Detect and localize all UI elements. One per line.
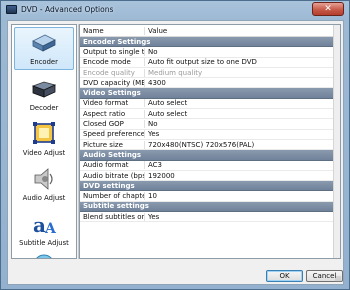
property-value[interactable]: 720x480(NTSC) 720x576(PAL) [144, 140, 340, 149]
section-title: DVD settings [83, 181, 135, 190]
close-button[interactable]: ✕ [312, 2, 344, 16]
category-label: Encoder [30, 58, 58, 66]
property-row[interactable]: Audio bitrate (bps) 192000 [80, 171, 340, 182]
subtitle-adjust-icon: a A [31, 212, 57, 237]
property-name: Closed GOP [83, 120, 124, 129]
property-name: Speed preference mo... [83, 130, 144, 139]
property-row[interactable]: Audio format AC3 [80, 161, 340, 171]
property-row[interactable]: Picture size 720x480(NTSC) 720x576(PAL) [80, 140, 340, 151]
property-name: Encode quality [83, 68, 135, 77]
section-header[interactable]: Encoder Settings [80, 37, 340, 48]
property-name: Audio format [83, 161, 129, 170]
decoder-icon [31, 77, 57, 101]
section-title: Video Settings [83, 89, 141, 98]
property-name: Output to single title [83, 47, 144, 56]
category-list: Encoder Decoder Video Adjust Audio Adjus… [11, 24, 77, 259]
section-header[interactable]: Subtitle settings [80, 201, 340, 213]
section-title: Subtitle settings [83, 202, 149, 211]
section-header[interactable]: DVD settings [80, 181, 340, 192]
category-encoder[interactable]: Encoder [14, 27, 74, 70]
property-row[interactable]: Output to single titleNo [80, 47, 340, 58]
category-audio-adjust[interactable]: Audio Adjust [14, 162, 74, 205]
property-value: Medium quality [144, 68, 340, 77]
property-row[interactable]: Number of chapters: ...10 [80, 191, 340, 202]
category-label: Decoder [29, 104, 59, 112]
property-name: Picture size [83, 140, 123, 149]
category-label: Audio Adjust [22, 194, 66, 202]
property-name: DVD capacity (MB) [83, 78, 144, 87]
property-rows: Encoder SettingsOutput to single titleNo… [80, 37, 340, 223]
section-title: Encoder Settings [83, 37, 151, 46]
property-grid: Name Value Encoder Settings Output to sin… [79, 24, 341, 259]
property-value[interactable]: 4300 [144, 78, 340, 87]
category-more[interactable] [14, 252, 74, 258]
category-label: Video Adjust [22, 149, 66, 157]
category-label: Subtitle Adjust [19, 239, 69, 247]
property-value[interactable]: No [144, 120, 340, 129]
property-row[interactable]: Encode quality Medium quality [80, 68, 340, 79]
property-name: Aspect ratio [83, 109, 126, 118]
svg-text:A: A [44, 221, 57, 236]
property-row[interactable]: Blend subtitles on vid...Yes [80, 212, 340, 223]
close-icon: ✕ [324, 4, 332, 14]
section-header[interactable]: Audio Settings [80, 150, 340, 161]
dvd-app-icon [6, 5, 17, 14]
property-row[interactable]: Video format Auto select [80, 99, 340, 110]
disc-icon [31, 252, 57, 258]
property-name: Blend subtitles on vid... [83, 212, 144, 221]
property-row[interactable]: Speed preference mo...Yes [80, 130, 340, 140]
property-row[interactable]: Closed GOP No [80, 119, 340, 130]
property-name: Encode mode [83, 58, 131, 67]
property-value[interactable]: 10 [144, 192, 340, 201]
property-value[interactable]: Yes [144, 212, 340, 221]
category-subtitle-adjust[interactable]: a A Subtitle Adjust [14, 207, 74, 250]
property-value[interactable]: Auto select [144, 109, 340, 118]
property-name: Video format [83, 99, 129, 108]
property-row[interactable]: DVD capacity (MB) 4300 [80, 78, 340, 89]
resize-grip[interactable] [335, 276, 341, 282]
section-header[interactable]: Video Settings [80, 88, 340, 99]
property-value[interactable]: Yes [144, 130, 340, 139]
property-row[interactable]: Aspect ratio Auto select [80, 109, 340, 120]
dialog-client-area: Encoder Decoder Video Adjust Audio Adjus… [7, 20, 344, 285]
property-value[interactable]: 192000 [144, 171, 340, 180]
property-row[interactable]: Encode mode Auto fit output size to one D… [80, 58, 340, 68]
grid-scrollbar[interactable] [333, 25, 340, 258]
property-value[interactable]: No [144, 47, 340, 56]
name-column-header[interactable]: Name [80, 27, 144, 35]
title-bar[interactable]: DVD - Advanced Options ✕ [1, 1, 349, 18]
category-video-adjust[interactable]: Video Adjust [14, 117, 74, 160]
window-title: DVD - Advanced Options [21, 5, 114, 14]
category-decoder[interactable]: Decoder [14, 72, 74, 115]
audio-adjust-icon [31, 167, 57, 191]
ok-button[interactable]: OK [266, 270, 303, 282]
property-name: Number of chapters: ... [83, 192, 144, 201]
section-title: Audio Settings [83, 150, 142, 159]
grid-header: Name Value [80, 25, 340, 37]
encoder-icon [31, 31, 57, 55]
property-name: Audio bitrate (bps) [83, 171, 144, 180]
property-value[interactable]: AC3 [144, 161, 340, 170]
property-value[interactable]: Auto fit output size to one DVD [144, 58, 340, 67]
dialog-window: DVD - Advanced Options ✕ Encoder Decoder… [0, 0, 350, 290]
video-adjust-icon [31, 122, 57, 146]
property-value[interactable]: Auto select [144, 99, 340, 108]
value-column-header[interactable]: Value [144, 26, 340, 35]
